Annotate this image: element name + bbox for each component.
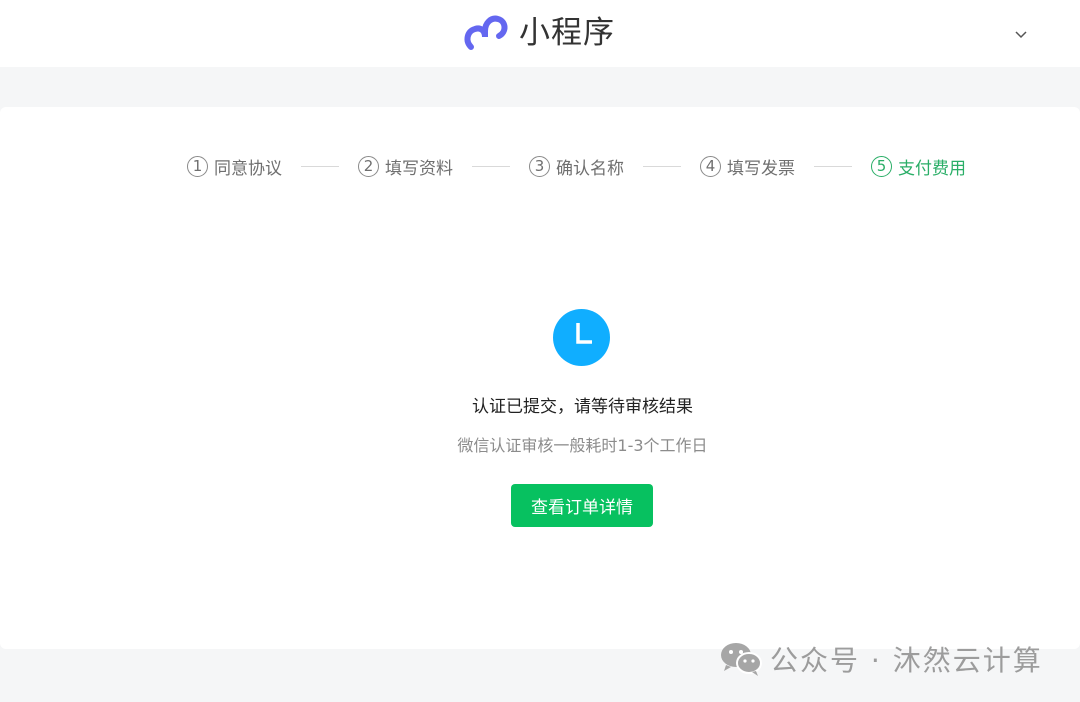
step-divider <box>814 165 852 167</box>
step-number: 4 <box>700 155 721 177</box>
step-divider <box>472 165 510 167</box>
step-payment: 5 支付费用 <box>871 154 966 179</box>
watermark-text: 公众号 · 沐然云计算 <box>770 644 1043 677</box>
result-title: 认证已提交，请等待审核结果 <box>472 397 693 417</box>
step-label: 支付费用 <box>898 158 966 179</box>
chevron-down-icon[interactable] <box>1011 24 1031 44</box>
step-divider <box>301 165 339 167</box>
app-name: 小程序 <box>519 15 615 51</box>
step-label: 填写资料 <box>385 158 453 179</box>
step-number: 2 <box>358 155 379 177</box>
view-order-details-button[interactable]: 查看订单详情 <box>511 484 653 527</box>
step-label: 同意协议 <box>214 158 282 179</box>
content-card <box>0 107 1080 649</box>
step-indicator: 1 同意协议 2 填写资料 3 确认名称 4 填写发票 5 支付费用 <box>187 153 966 179</box>
step-divider <box>643 165 681 167</box>
step-number: 1 <box>187 155 208 177</box>
clock-icon <box>553 309 610 366</box>
step-fill-info: 2 填写资料 <box>358 154 453 179</box>
step-agree: 1 同意协议 <box>187 154 282 179</box>
step-invoice: 4 填写发票 <box>700 154 795 179</box>
step-label: 确认名称 <box>556 158 624 179</box>
result-description: 微信认证审核一般耗时1-3个工作日 <box>457 436 708 455</box>
step-number: 5 <box>871 155 892 177</box>
step-label: 填写发票 <box>727 158 795 179</box>
wechat-icon <box>721 643 762 676</box>
step-confirm-name: 3 确认名称 <box>529 154 624 179</box>
mini-program-logo-icon <box>464 15 508 50</box>
brand: 小程序 <box>463 11 615 55</box>
top-bar: 小程序 <box>0 0 1080 67</box>
step-number: 3 <box>529 155 550 177</box>
watermark: 公众号 · 沐然云计算 <box>720 638 1043 680</box>
